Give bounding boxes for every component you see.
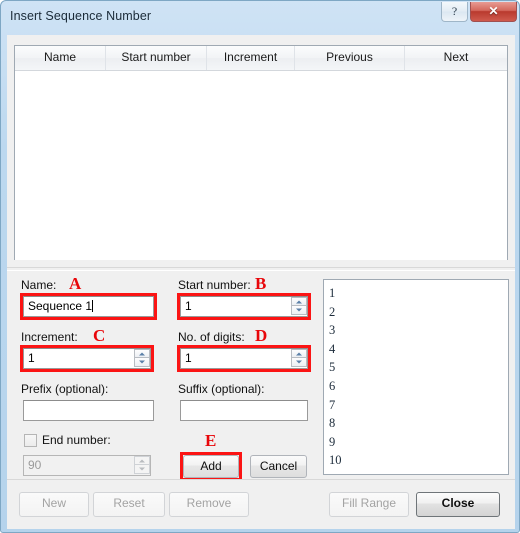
name-label: Name: [21,278,57,292]
listview-header: Name Start number Increment Previous Nex… [15,46,507,71]
increment-spinner-down[interactable] [134,358,150,367]
annotation-b: B [255,274,267,293]
end-number-input[interactable]: 90 [23,455,151,476]
list-item[interactable]: 4 [329,340,508,359]
digits-input[interactable]: 1 [180,348,308,369]
preview-list[interactable]: 1 2 3 4 5 6 7 8 9 10 [323,279,509,475]
add-button[interactable]: Add [183,455,239,478]
start-number-input[interactable]: 1 [180,296,308,317]
title-bar: Insert Sequence Number ? ✕ [1,1,520,34]
end-number-label: End number: [42,433,111,447]
digits-spinner-down[interactable] [291,358,307,367]
column-header-increment[interactable]: Increment [207,46,295,70]
chevron-down-icon [296,360,302,364]
annotation-d: D [255,326,268,345]
dialog-client-area: Name Start number Increment Previous Nex… [7,35,515,529]
list-item[interactable]: 6 [329,377,508,396]
prefix-label: Prefix (optional): [21,382,109,396]
increment-label: Increment: [21,330,78,344]
start-number-spinner[interactable] [291,297,307,315]
list-item[interactable]: 8 [329,414,508,433]
list-item[interactable]: 7 [329,396,508,415]
chevron-down-icon [139,360,145,364]
digits-label: No. of digits: [178,330,245,344]
close-button[interactable]: Close [416,492,500,517]
increment-input[interactable]: 1 [23,348,151,369]
chevron-up-icon [296,300,302,303]
list-item[interactable]: 10 [329,451,508,470]
dialog-window: Insert Sequence Number ? ✕ Name Start nu… [0,0,520,533]
end-number-spinner-up [134,456,150,465]
text-caret [92,300,94,312]
column-header-name[interactable]: Name [15,46,106,70]
name-input[interactable]: Sequence 1 [23,296,154,317]
help-button[interactable]: ? [441,2,468,22]
list-item[interactable]: 2 [329,303,508,322]
chevron-up-icon [139,459,145,462]
listview-body[interactable] [15,71,507,260]
end-number-spinner-down [134,465,150,474]
list-item[interactable]: 3 [329,321,508,340]
chevron-up-icon [296,352,302,355]
reset-button[interactable]: Reset [93,492,165,517]
suffix-label: Suffix (optional): [178,382,265,396]
increment-spinner[interactable] [134,349,150,367]
end-number-checkbox[interactable] [24,434,37,447]
list-item[interactable]: 9 [329,433,508,452]
name-input-value: Sequence 1 [28,299,93,313]
column-header-previous[interactable]: Previous [295,46,405,70]
close-window-button[interactable]: ✕ [470,2,517,22]
fill-range-button[interactable]: Fill Range [329,492,409,517]
list-item[interactable]: 1 [329,284,508,303]
list-item[interactable]: 5 [329,358,508,377]
start-number-spinner-up[interactable] [291,297,307,306]
chevron-down-icon [139,467,145,471]
start-number-label: Start number: [178,278,251,292]
dialog-title: Insert Sequence Number [10,9,152,23]
increment-spinner-up[interactable] [134,349,150,358]
annotation-c: C [93,326,106,345]
annotation-e: E [205,431,217,450]
suffix-input[interactable] [180,400,308,421]
cancel-button[interactable]: Cancel [250,455,307,478]
annotation-a: A [69,274,82,293]
digits-spinner[interactable] [291,349,307,367]
dialog-footer: New Reset Remove Fill Range Close [7,479,515,529]
end-number-spinner [134,456,150,474]
chevron-down-icon [296,308,302,312]
prefix-input[interactable] [23,400,154,421]
chevron-up-icon [139,352,145,355]
column-header-next[interactable]: Next [405,46,507,70]
remove-button[interactable]: Remove [169,492,249,517]
new-button[interactable]: New [19,492,89,517]
sequence-listview[interactable]: Name Start number Increment Previous Nex… [14,45,508,260]
column-header-start-number[interactable]: Start number [106,46,207,70]
digits-spinner-up[interactable] [291,349,307,358]
start-number-spinner-down[interactable] [291,306,307,315]
